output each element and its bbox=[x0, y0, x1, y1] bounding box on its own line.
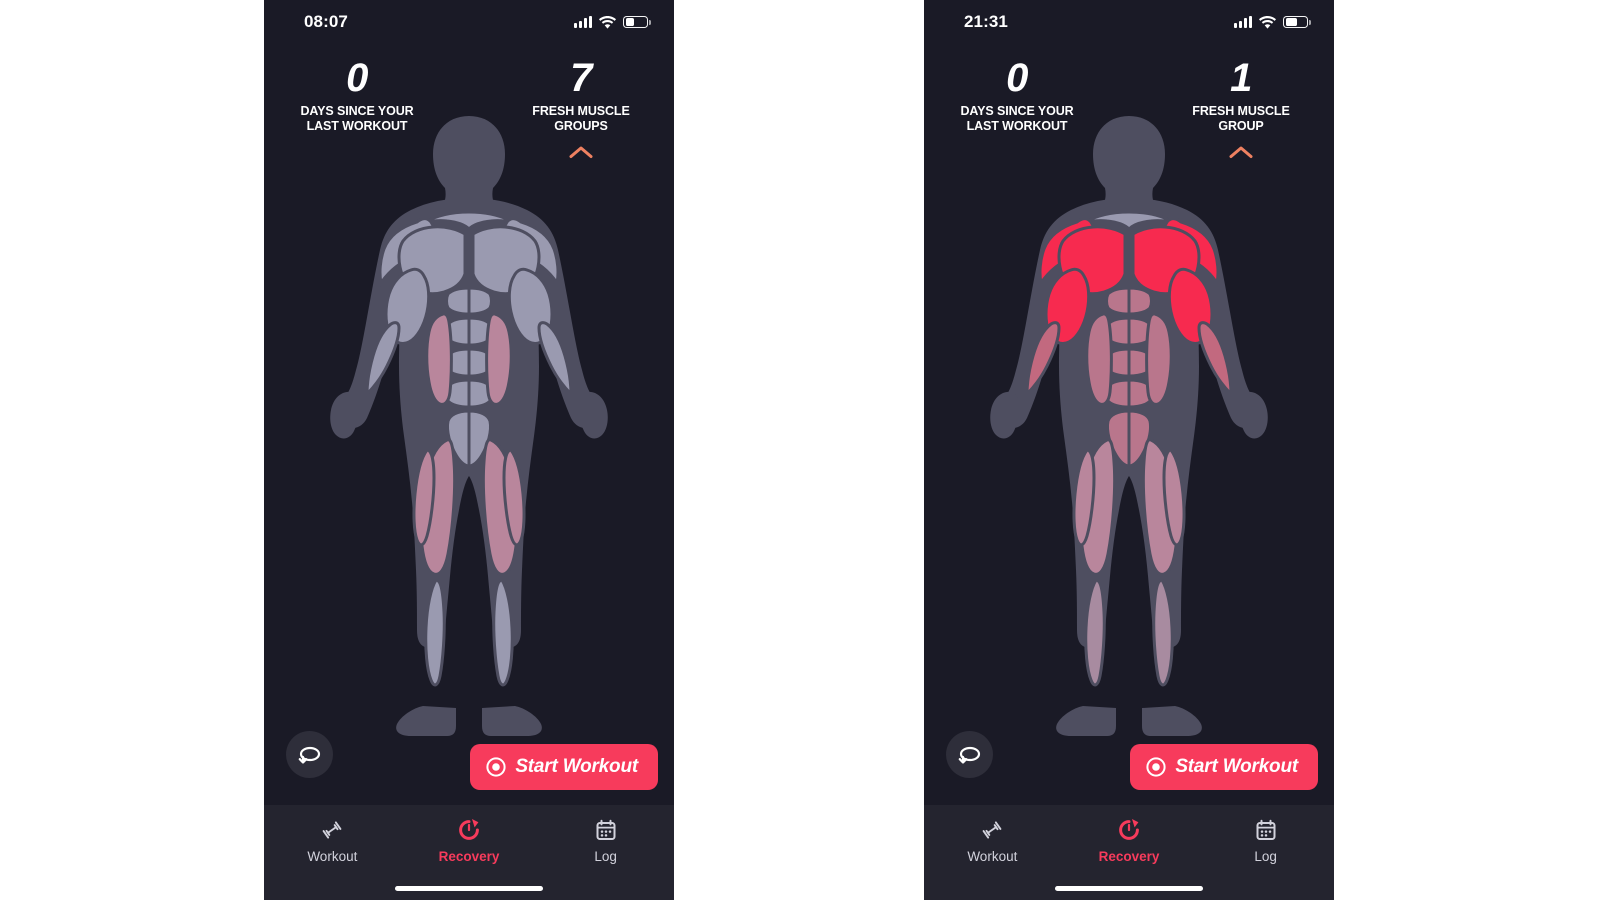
body-figure-svg bbox=[990, 116, 1268, 736]
tab-recovery-label: Recovery bbox=[1098, 849, 1160, 864]
muscle-body-diagram-right[interactable] bbox=[924, 110, 1334, 750]
tab-workout-label: Workout bbox=[967, 849, 1018, 864]
battery-icon bbox=[623, 15, 651, 29]
status-clock: 21:31 bbox=[964, 12, 1008, 31]
recovery-refresh-icon bbox=[1117, 818, 1141, 842]
home-indicator[interactable] bbox=[395, 885, 543, 891]
tab-log[interactable]: Log bbox=[537, 818, 674, 864]
dumbbell-icon bbox=[319, 818, 345, 842]
tab-recovery[interactable]: Recovery bbox=[401, 818, 538, 864]
dumbbell-icon bbox=[979, 818, 1005, 842]
rotate-body-button[interactable] bbox=[946, 731, 993, 778]
status-bar: 21:31 bbox=[924, 0, 1334, 44]
cellular-signal-icon bbox=[1234, 16, 1252, 28]
body-figure-svg bbox=[330, 116, 608, 736]
stat-fresh-value: 1 bbox=[1230, 56, 1252, 100]
start-workout-button[interactable]: Start Workout bbox=[1130, 744, 1318, 790]
tab-workout-label: Workout bbox=[307, 849, 358, 864]
start-workout-label: Start Workout bbox=[515, 756, 638, 777]
bottom-tab-bar: Workout Recovery Log bbox=[924, 805, 1334, 900]
tab-recovery-label: Recovery bbox=[438, 849, 500, 864]
rotate-3d-icon bbox=[958, 746, 980, 764]
recovery-refresh-icon bbox=[457, 818, 481, 842]
status-bar: 08:07 bbox=[264, 0, 674, 44]
home-indicator[interactable] bbox=[1055, 885, 1203, 891]
wifi-icon bbox=[599, 15, 616, 29]
tab-workout[interactable]: Workout bbox=[924, 818, 1061, 864]
muscle-group-calves[interactable] bbox=[1084, 578, 1174, 687]
status-clock: 08:07 bbox=[304, 12, 348, 31]
record-circle-icon bbox=[1146, 757, 1166, 777]
tab-log[interactable]: Log bbox=[1197, 818, 1334, 864]
screenshot-stage: 08:07 0 DAYS SINCE YOUR LAST WORKOUT 7 F… bbox=[0, 0, 1600, 900]
start-workout-label: Start Workout bbox=[1175, 756, 1298, 777]
start-workout-button[interactable]: Start Workout bbox=[470, 744, 658, 790]
cellular-signal-icon bbox=[574, 16, 592, 28]
bottom-tab-bar: Workout Recovery Log bbox=[264, 805, 674, 900]
battery-icon bbox=[1283, 15, 1311, 29]
stat-days-value: 0 bbox=[346, 56, 368, 100]
tab-recovery[interactable]: Recovery bbox=[1061, 818, 1198, 864]
calendar-icon bbox=[1254, 818, 1278, 842]
record-circle-icon bbox=[486, 757, 506, 777]
phone-screen-left: 08:07 0 DAYS SINCE YOUR LAST WORKOUT 7 F… bbox=[264, 0, 674, 900]
rotate-3d-icon bbox=[298, 746, 320, 764]
status-icon-group bbox=[574, 15, 651, 29]
tab-log-label: Log bbox=[594, 849, 617, 864]
muscle-group-calves[interactable] bbox=[424, 578, 514, 687]
status-icon-group bbox=[1234, 15, 1311, 29]
tab-workout[interactable]: Workout bbox=[264, 818, 401, 864]
phone-screen-right: 21:31 0 DAYS SINCE YOUR LAST WORKOUT 1 F… bbox=[924, 0, 1334, 900]
stat-days-value: 0 bbox=[1006, 56, 1028, 100]
tab-log-label: Log bbox=[1254, 849, 1277, 864]
wifi-icon bbox=[1259, 15, 1276, 29]
calendar-icon bbox=[594, 818, 618, 842]
rotate-body-button[interactable] bbox=[286, 731, 333, 778]
muscle-body-diagram-left[interactable] bbox=[264, 110, 674, 750]
stat-fresh-value: 7 bbox=[570, 56, 592, 100]
